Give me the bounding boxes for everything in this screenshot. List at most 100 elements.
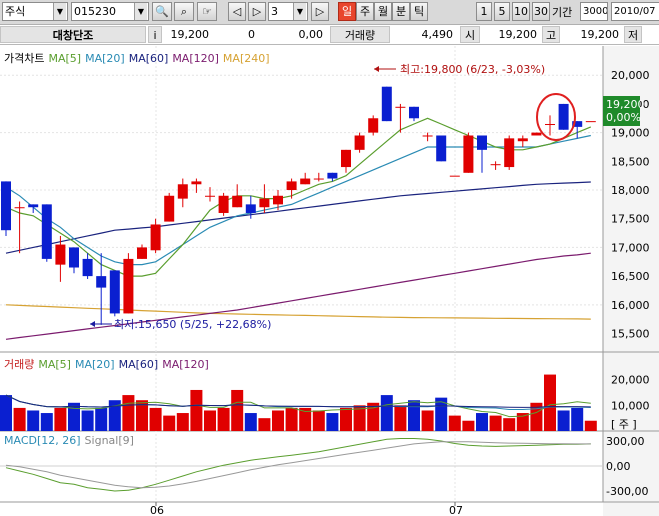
volume-bar [68, 402, 80, 431]
legend-item[interactable]: MA[60] [119, 358, 159, 371]
candle-body [368, 118, 379, 133]
candle-body [504, 138, 515, 168]
candle-body [55, 244, 66, 265]
candle-body [381, 86, 392, 122]
x-tick-label: 07 [449, 504, 463, 516]
candle-body [341, 149, 351, 168]
legend-item[interactable]: 거래량 [4, 358, 34, 371]
volume-bar [176, 413, 189, 431]
volume-bar [54, 407, 67, 431]
candle-body [395, 106, 406, 108]
price-legend: 가격차트 MA[5] MA[20] MA[60] MA[120] MA[240] [4, 50, 274, 66]
signal-line [5, 441, 591, 489]
candle-body [313, 178, 324, 180]
legend-item[interactable]: MACD[12, 26] [4, 434, 81, 447]
volume-bar [462, 420, 475, 431]
volume-bar [95, 407, 108, 431]
legend-item[interactable]: MA[120] [172, 52, 219, 65]
legend-item[interactable]: MA[5] [48, 52, 81, 65]
low-annotation: 최저:15,650 (5/25, +22,68%) [114, 318, 271, 331]
price-tick-label: 16,500 [611, 270, 650, 283]
legend-item[interactable]: MA[5] [38, 358, 71, 371]
volume-bar [571, 407, 584, 431]
legend-item[interactable]: 가격차트 [4, 52, 44, 65]
legend-item[interactable]: MA[20] [85, 52, 125, 65]
volume-bar [13, 407, 26, 431]
candle-body [82, 258, 93, 277]
volume-unit: [ 주 ] [611, 418, 637, 431]
candle-body [327, 172, 338, 179]
candle-body [463, 135, 474, 173]
volume-bar [285, 407, 298, 431]
volume-bar [217, 407, 230, 431]
volume-bar [231, 389, 244, 431]
candle-body [218, 195, 229, 213]
macd-tick-label: 300,00 [606, 435, 645, 448]
candle-body [409, 106, 419, 119]
volume-bar [190, 389, 203, 431]
volume-bar [584, 420, 597, 431]
candle-body [232, 195, 243, 208]
macd-tick-label: -300,00 [606, 485, 648, 498]
legend-item[interactable]: Signal[9] [85, 434, 134, 447]
candle-body [14, 207, 25, 209]
volume-bar [421, 410, 434, 431]
candle-body [422, 135, 433, 137]
price-tick-label: 15,500 [611, 328, 650, 341]
volume-bar [27, 410, 40, 431]
x-axis-labels: 06 07 [150, 502, 463, 516]
volume-bar [394, 405, 407, 431]
candle-body [1, 181, 11, 231]
volume-tick-label: 10,000 [611, 399, 650, 412]
volume-bar [163, 415, 176, 431]
price-tick-label: 20,000 [611, 69, 650, 82]
candle-body [164, 195, 175, 222]
volume-bar [149, 407, 162, 431]
candle-body [205, 195, 215, 197]
legend-item[interactable]: MA[240] [223, 52, 270, 65]
price-tick-label: 17,500 [611, 213, 650, 226]
badge-price: 19,200 [606, 98, 645, 111]
price-tick-label: 19,000 [611, 127, 650, 140]
candle-body [28, 204, 39, 208]
high-annotation: 최고:19,800 (6/23, -3,03%) [400, 63, 545, 76]
candle-body [517, 138, 528, 142]
volume-bar [81, 410, 94, 431]
candle-body [96, 276, 107, 288]
candle-body [150, 224, 161, 251]
price-tick-label: 18,000 [611, 184, 650, 197]
candle-body [490, 164, 501, 166]
candle-body [123, 258, 134, 314]
candle-body [109, 270, 120, 314]
candle-body [531, 132, 542, 136]
candle-body [477, 135, 487, 150]
candle-body [273, 195, 283, 205]
volume-bar [122, 395, 135, 431]
legend-item[interactable]: MA[60] [129, 52, 169, 65]
volume-bar [380, 395, 393, 431]
volume-bar [0, 395, 12, 431]
macd-tick-label: 0,00 [606, 460, 631, 473]
volume-bar [544, 374, 556, 431]
volume-bar [326, 413, 339, 431]
volume-bars [0, 374, 597, 431]
price-plot-area [0, 46, 603, 352]
x-tick-label: 06 [150, 504, 164, 516]
volume-bar [340, 407, 352, 431]
price-tick-label: 17,000 [611, 241, 650, 254]
volume-bar [557, 410, 570, 431]
volume-bar [448, 415, 461, 431]
candle-body [191, 181, 202, 185]
candle-body [449, 175, 460, 177]
legend-item[interactable]: MA[120] [162, 358, 209, 371]
price-tick-label: 18,500 [611, 155, 650, 168]
candle-body [286, 181, 297, 191]
candle-body [558, 103, 569, 130]
volume-bar [312, 410, 325, 431]
candle-body [41, 204, 52, 259]
price-tick-label: 16,000 [611, 299, 650, 312]
candle-body [436, 135, 447, 162]
legend-item[interactable]: MA[20] [75, 358, 115, 371]
candle-body [354, 135, 365, 150]
volume-bar [272, 410, 284, 431]
